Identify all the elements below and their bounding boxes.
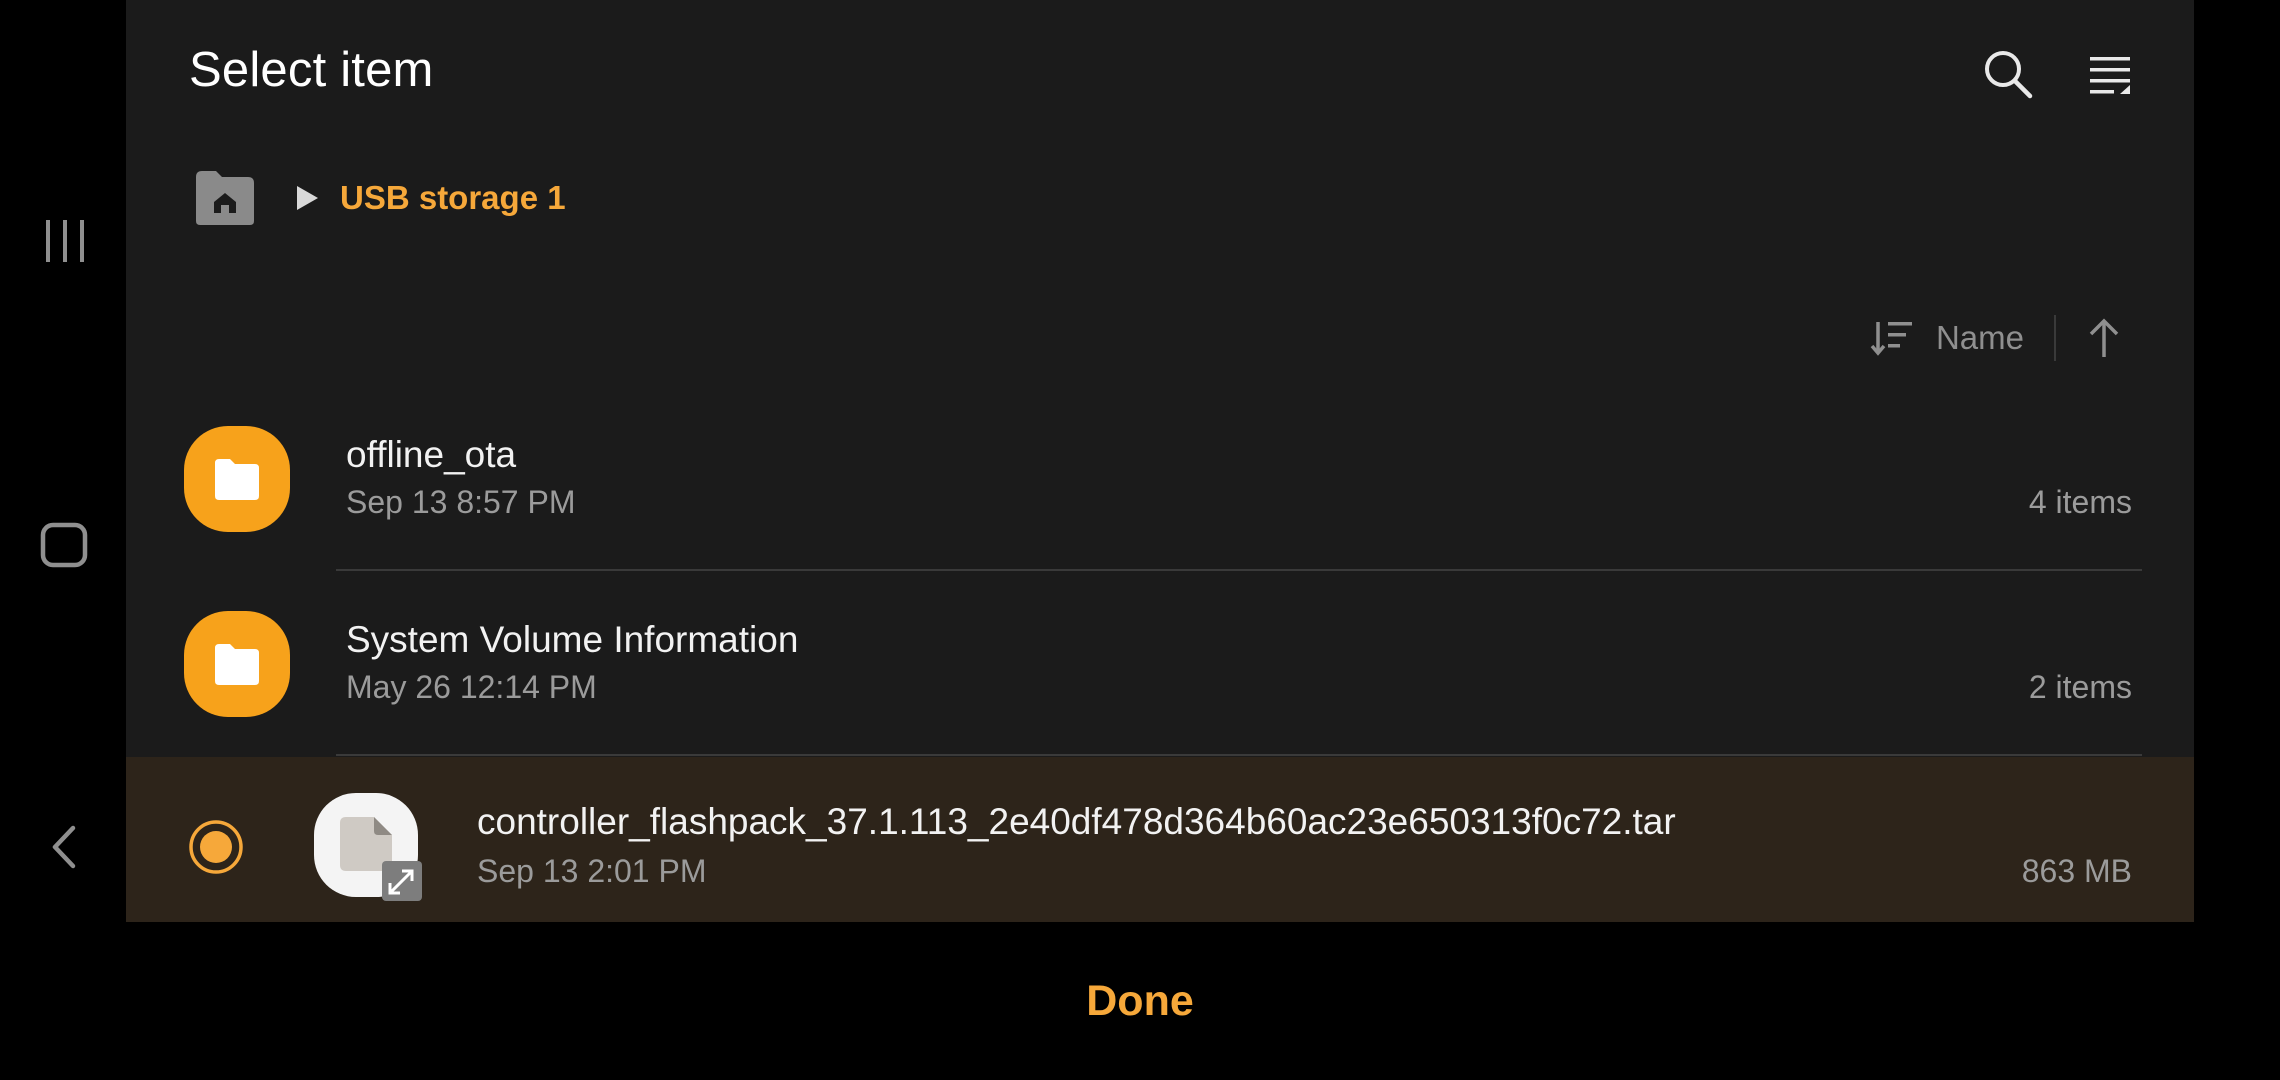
file-item-count: 4 items (2028, 484, 2132, 520)
breadcrumb-usb-storage[interactable]: USB storage 1 (340, 179, 566, 217)
sort-label: Name (1935, 319, 2024, 356)
list-menu-icon[interactable] (2080, 44, 2140, 104)
list-item-selected[interactable]: controller_flashpack_37.1.113_2e40df478d… (126, 757, 2194, 922)
page-title: Select item (189, 43, 434, 97)
done-button[interactable]: Done (1086, 977, 1194, 1026)
file-date: May 26 12:14 PM (346, 669, 597, 705)
folder-icon (184, 611, 290, 717)
list-divider (336, 569, 2142, 571)
file-size: 863 MB (2021, 853, 2132, 889)
file-date: Sep 13 8:57 PM (346, 484, 576, 520)
file-name: controller_flashpack_37.1.113_2e40df478d… (477, 801, 1676, 842)
file-picker-panel: Select item USB storage 1 Name offline_o… (126, 0, 2194, 922)
home-icon[interactable] (30, 510, 100, 580)
home-folder-icon[interactable] (194, 169, 256, 227)
triangle-right-icon (297, 186, 318, 210)
recent-apps-icon[interactable] (30, 206, 100, 276)
file-item-count: 2 items (2028, 669, 2132, 705)
folder-icon (184, 426, 290, 532)
file-name: System Volume Information (346, 619, 799, 660)
sort-bar: Name (1870, 312, 2124, 364)
breadcrumb: USB storage 1 (194, 168, 566, 228)
back-icon[interactable] (30, 812, 100, 882)
list-divider (336, 754, 2142, 756)
radio-selected-icon[interactable] (188, 819, 244, 875)
arrow-up-icon[interactable] (2084, 315, 2124, 361)
sort-divider (2054, 315, 2056, 361)
sort-by-button[interactable]: Name (1870, 318, 2024, 358)
file-icon (314, 793, 422, 901)
file-name: offline_ota (346, 434, 517, 475)
list-item[interactable]: offline_ota Sep 13 8:57 PM 4 items (126, 400, 2194, 570)
footer: Done (0, 922, 2280, 1080)
file-date: Sep 13 2:01 PM (477, 853, 707, 889)
search-icon[interactable] (1978, 44, 2038, 104)
sort-icon (1870, 322, 1912, 356)
list-item[interactable]: System Volume Information May 26 12:14 P… (126, 585, 2194, 755)
navigation-bar (0, 0, 126, 1080)
